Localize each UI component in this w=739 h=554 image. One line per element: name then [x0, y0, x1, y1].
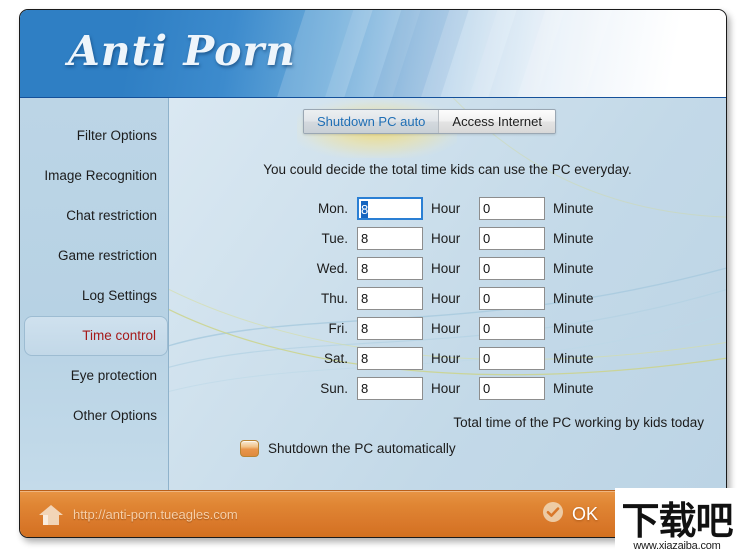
tab-shutdown-pc-auto[interactable]: Shutdown PC auto [304, 110, 440, 133]
hour-unit-label: Hour [431, 350, 461, 366]
hour-unit-label: Hour [431, 320, 461, 336]
schedule-row: Thu. 8 Hour 0 Minute [169, 283, 726, 313]
minutes-input[interactable]: 0 [479, 376, 545, 400]
watermark-cjk-text: 下载吧 [621, 499, 733, 543]
hour-unit-label: Hour [431, 290, 461, 306]
day-label: Sat. [323, 350, 348, 366]
minutes-input[interactable]: 0 [479, 226, 545, 250]
hours-input-value: 8 [361, 200, 369, 218]
hour-unit-label: Hour [431, 260, 461, 276]
minutes-input[interactable]: 0 [479, 196, 545, 220]
minutes-input[interactable]: 0 [479, 346, 545, 370]
day-label: Thu. [320, 290, 348, 306]
hour-unit-label: Hour [431, 380, 461, 396]
app-logo: Anti Porn [68, 27, 296, 75]
application-window: Anti Porn Filter Options Image Recognitio… [19, 9, 727, 538]
auto-shutdown-label: Shutdown the PC automatically [268, 441, 456, 456]
content-pane: Shutdown PC auto Access Internet You coul… [169, 98, 726, 490]
sidebar-navigation: Filter Options Image Recognition Chat rest… [20, 98, 169, 490]
home-icon[interactable] [38, 503, 64, 527]
schedule-row: Fri. 8 Hour 0 Minute [169, 313, 726, 343]
intro-text: You could decide the total time kids can… [263, 162, 632, 177]
schedule-row: Mon. 8 Hour 0 Minute [169, 193, 726, 223]
hours-input[interactable]: 8 [357, 346, 423, 370]
schedule-row: Sat. 8 Hour 0 Minute [169, 343, 726, 373]
hours-input[interactable]: 8 [357, 286, 423, 310]
minutes-input[interactable]: 0 [479, 286, 545, 310]
schedule-row: Tue. 8 Hour 0 Minute [169, 223, 726, 253]
minute-unit-label: Minute [553, 200, 594, 216]
minute-unit-label: Minute [553, 320, 594, 336]
auto-shutdown-row[interactable]: Shutdown the PC automatically [240, 440, 456, 457]
hours-input[interactable]: 8 [357, 226, 423, 250]
day-label: Tue. [321, 230, 348, 246]
header-banner: Anti Porn [20, 10, 726, 98]
day-label: Fri. [328, 320, 349, 336]
auto-shutdown-checkbox[interactable] [240, 440, 259, 457]
minutes-input[interactable]: 0 [479, 256, 545, 280]
minute-unit-label: Minute [553, 380, 594, 396]
sidebar-item-filter-options[interactable]: Filter Options [20, 116, 168, 156]
hours-input[interactable]: 8 [357, 316, 423, 340]
site-watermark: 下载吧 www.xiazaiba.com [615, 488, 739, 554]
minute-unit-label: Minute [553, 350, 594, 366]
hour-unit-label: Hour [431, 200, 461, 216]
day-label: Sun. [320, 380, 348, 396]
tab-access-internet[interactable]: Access Internet [439, 110, 556, 133]
sidebar-item-eye-protection[interactable]: Eye protection [20, 356, 168, 396]
total-time-text: Total time of the PC working by kids tod… [453, 415, 704, 430]
sidebar-item-chat-restriction[interactable]: Chat restriction [20, 196, 168, 236]
minutes-input[interactable]: 0 [479, 316, 545, 340]
hours-input[interactable]: 8 [357, 256, 423, 280]
sidebar-item-log-settings[interactable]: Log Settings [20, 276, 168, 316]
check-circle-icon [542, 501, 564, 528]
ok-label: OK [571, 504, 598, 524]
minute-unit-label: Minute [553, 290, 594, 306]
schedule-table: Mon. 8 Hour 0 Minute Tue. 8 Hour 0 Minute Wed. 8 Hou… [169, 193, 726, 403]
day-label: Wed. [316, 260, 348, 276]
site-url-link[interactable]: http://anti-porn.tueagles.com [73, 507, 238, 522]
hours-input[interactable]: 8 [357, 196, 423, 220]
tab-strip: Shutdown PC auto Access Internet [303, 109, 557, 134]
sidebar-item-image-recognition[interactable]: Image Recognition [20, 156, 168, 196]
day-label: Mon. [317, 200, 348, 216]
minute-unit-label: Minute [553, 230, 594, 246]
schedule-row: Wed. 8 Hour 0 Minute [169, 253, 726, 283]
hours-input[interactable]: 8 [357, 376, 423, 400]
watermark-url-text: www.xiazaiba.com [633, 540, 721, 552]
minute-unit-label: Minute [553, 260, 594, 276]
hour-unit-label: Hour [431, 230, 461, 246]
sidebar-item-other-options[interactable]: Other Options [20, 396, 168, 436]
schedule-row: Sun. 8 Hour 0 Minute [169, 373, 726, 403]
sidebar-item-game-restriction[interactable]: Game restriction [20, 236, 168, 276]
ok-button[interactable]: OK [542, 501, 598, 528]
window-body: Filter Options Image Recognition Chat rest… [20, 98, 726, 490]
sidebar-item-time-control[interactable]: Time control [24, 316, 168, 356]
